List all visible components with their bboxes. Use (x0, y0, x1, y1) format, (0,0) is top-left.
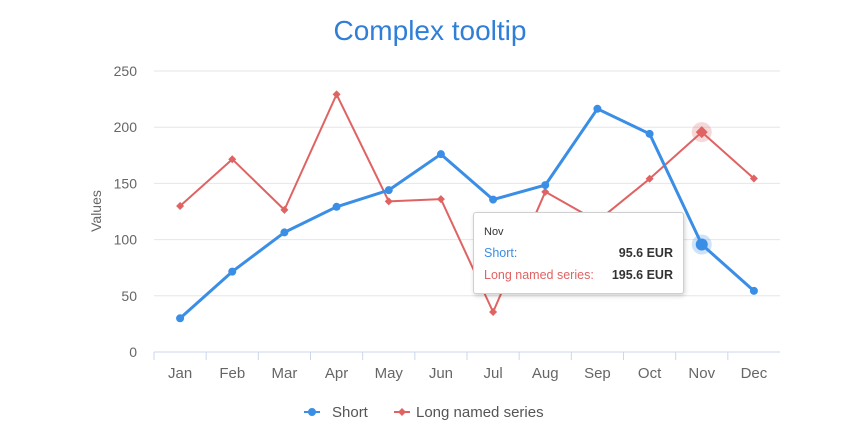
x-tick-label: Jan (168, 365, 192, 382)
data-point[interactable] (695, 238, 708, 251)
y-tick-label: 50 (121, 288, 137, 304)
x-tick-label: Feb (219, 365, 245, 382)
x-tick-label: Oct (638, 365, 662, 382)
tooltip-series-name: Short: (484, 246, 518, 260)
data-point[interactable] (436, 150, 445, 159)
legend-label: Short (332, 404, 369, 421)
tooltip-title: Nov (484, 226, 504, 238)
legend-label: Long named series (416, 404, 544, 421)
y-axis-ticks: 0 50 100 150 200 250 (114, 63, 138, 360)
data-point[interactable] (280, 228, 289, 237)
line-chart: Complex tooltip Values 0 50 100 150 200 250 J… (88, 15, 780, 421)
x-tick-label: Jul (483, 365, 502, 382)
data-point[interactable] (489, 307, 498, 316)
tooltip-series-name: Long named series: (484, 268, 594, 282)
data-point[interactable] (436, 195, 445, 204)
data-point[interactable] (332, 202, 341, 211)
y-tick-label: 100 (114, 232, 138, 248)
data-point[interactable] (541, 181, 550, 190)
legend-symbol (308, 408, 316, 416)
chart-title: Complex tooltip (334, 15, 527, 46)
x-tick-label: Mar (271, 365, 297, 382)
chart: Complex tooltip Values 0 50 100 150 200 250 J… (0, 0, 860, 440)
x-axis-ticks: Jan Feb Mar Apr May Jun Jul Aug Sep Oct Nov Dec (153, 352, 768, 382)
legend-item[interactable]: Short (304, 404, 369, 421)
y-tick-label: 150 (114, 175, 138, 191)
data-point[interactable] (489, 195, 498, 204)
data-point[interactable] (384, 186, 393, 195)
tooltip-series-value: 95.6 EUR (618, 246, 673, 260)
x-tick-label: Dec (741, 365, 768, 382)
chart-tooltip: Nov Short: 95.6 EUR Long named series: 1… (473, 212, 684, 294)
y-tick-label: 0 (129, 344, 137, 360)
y-axis-label: Values (88, 190, 104, 232)
legend: Short Long named series (304, 404, 544, 421)
x-tick-label: Jun (429, 365, 453, 382)
y-tick-label: 250 (114, 63, 138, 79)
data-point[interactable] (176, 314, 185, 323)
x-tick-label: May (375, 365, 404, 382)
data-point[interactable] (749, 286, 758, 295)
x-tick-label: Sep (584, 365, 611, 382)
data-point[interactable] (593, 104, 602, 113)
legend-symbol (398, 408, 406, 416)
x-tick-label: Apr (325, 365, 348, 382)
data-point[interactable] (645, 129, 654, 138)
legend-item[interactable]: Long named series (394, 404, 544, 421)
data-point[interactable] (384, 197, 393, 206)
data-point[interactable] (332, 90, 341, 99)
x-tick-label: Nov (688, 365, 715, 382)
x-tick-label: Aug (532, 365, 559, 382)
y-tick-label: 200 (114, 119, 138, 135)
data-point[interactable] (228, 267, 237, 276)
tooltip-series-value: 195.6 EUR (611, 268, 673, 282)
